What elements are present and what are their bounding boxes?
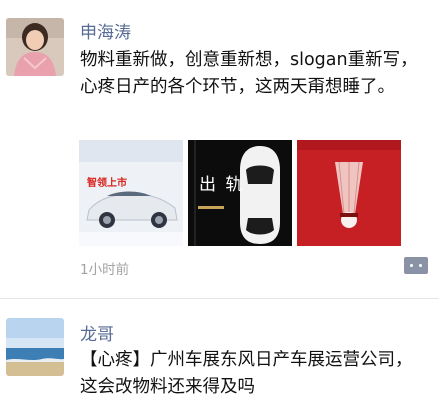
image-thumbnail[interactable]: 出 轨 bbox=[188, 140, 292, 246]
post-timestamp: 1小时前 bbox=[80, 262, 130, 278]
avatar-photo-beach-icon bbox=[6, 318, 64, 376]
dot bbox=[410, 264, 413, 267]
author-name[interactable]: 龙哥 bbox=[80, 320, 114, 345]
avatar-photo-woman-icon bbox=[6, 18, 64, 76]
post-text: 物料重新做，创意重新想，slogan重新写，心疼日产的各个环节，这两天甭想睡了。 bbox=[80, 50, 418, 97]
image-thumbnail[interactable] bbox=[297, 140, 401, 246]
dot bbox=[419, 264, 422, 267]
comment-more-icon[interactable] bbox=[404, 257, 428, 274]
image-caption: 出 轨 bbox=[199, 175, 245, 195]
moments-feed: 申海涛 物料重新做，创意重新想，slogan重新写，心疼日产的各个环节，这两天甭… bbox=[0, 0, 439, 416]
post-divider bbox=[0, 298, 439, 299]
moments-post: 申海涛 物料重新做，创意重新想，slogan重新写，心疼日产的各个环节，这两天甭… bbox=[0, 0, 439, 300]
moments-post: 龙哥 【心疼】广州车展东风日产车展运营公司，这会改物料还来得及吗 bbox=[0, 300, 439, 416]
image-caption: 智领上市 bbox=[87, 178, 127, 189]
car-ad-image-icon bbox=[79, 140, 183, 246]
post-text: 【心疼】广州车展东风日产车展运营公司，这会改物料还来得及吗 bbox=[80, 350, 413, 397]
shuttlecock-image-icon bbox=[297, 140, 401, 246]
image-thumbnail[interactable]: 智领上市 bbox=[79, 140, 183, 246]
avatar[interactable] bbox=[6, 318, 64, 376]
avatar[interactable] bbox=[6, 18, 64, 76]
author-name[interactable]: 申海涛 bbox=[80, 18, 131, 43]
